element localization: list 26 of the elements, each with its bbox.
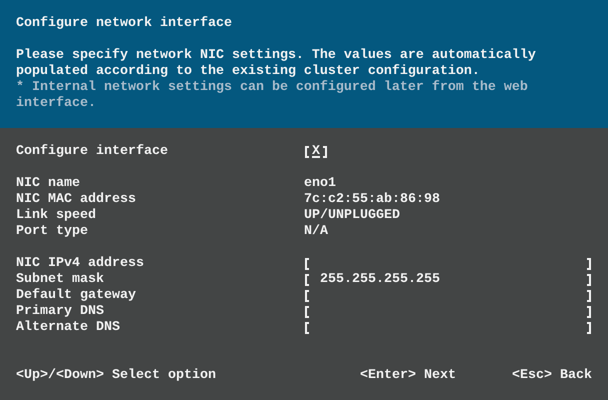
- input-field[interactable]: [304, 288, 592, 304]
- key-hint: <Enter> Next: [360, 368, 456, 384]
- field-label: Link speed: [16, 208, 97, 224]
- field-label: NIC name: [16, 176, 80, 192]
- field-label: NIC IPv4 address: [16, 256, 145, 272]
- input-field[interactable]: [304, 304, 592, 320]
- input-field[interactable]: [304, 256, 592, 272]
- field-value: eno1: [304, 176, 336, 192]
- key-hint: <Up>/<Down> Select option: [16, 368, 216, 384]
- field-label: NIC MAC address: [16, 192, 137, 208]
- field-label: Port type: [16, 224, 89, 240]
- key-hint: <Esc> Back: [512, 368, 592, 384]
- field-value: 7c:c2:55:ab:86:98: [304, 192, 440, 208]
- description-text: Please specify network NIC settings. The values are automatically populated according to the existing cluster configuration.: [16, 48, 537, 80]
- checkbox[interactable]: X: [304, 144, 328, 160]
- field-label: Alternate DNS: [16, 320, 121, 336]
- field-label: Subnet mask: [16, 272, 105, 288]
- field-label: Configure interface: [16, 144, 169, 160]
- field-label: Default gateway: [16, 288, 137, 304]
- note-text: * Internal network settings can be configured later from the web interface.: [16, 80, 529, 112]
- field-value: UP/UNPLUGGED: [304, 208, 400, 224]
- field-label: Primary DNS: [16, 304, 105, 320]
- dialog-title: Configure network interface: [16, 16, 233, 32]
- input-field[interactable]: [304, 320, 592, 336]
- field-value: N/A: [304, 224, 328, 240]
- input-field[interactable]: 255.255.255.255: [304, 272, 592, 288]
